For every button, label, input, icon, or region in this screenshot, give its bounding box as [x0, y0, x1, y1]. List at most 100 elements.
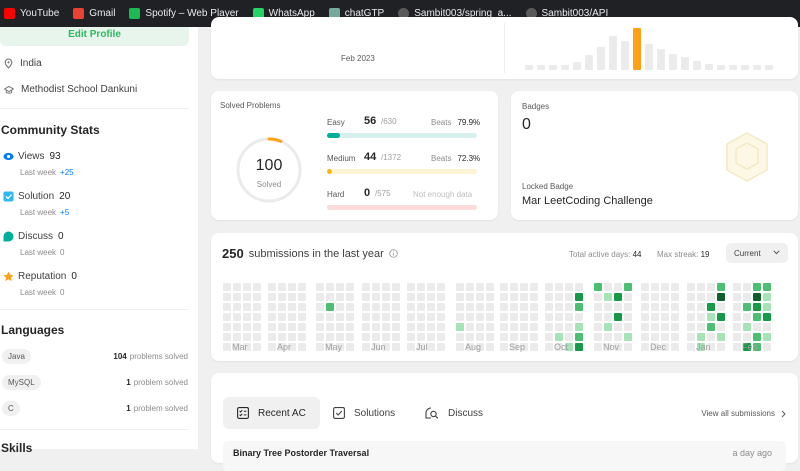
heatmap-cell[interactable] — [530, 293, 538, 301]
heatmap-cell[interactable] — [253, 283, 261, 291]
heatmap-cell[interactable] — [753, 313, 761, 321]
heatmap-cell[interactable] — [687, 343, 695, 351]
heatmap-cell[interactable] — [661, 333, 669, 341]
heatmap-cell[interactable] — [362, 343, 370, 351]
heatmap-cell[interactable] — [565, 333, 573, 341]
heatmap-cell[interactable] — [671, 313, 679, 321]
heatmap-cell[interactable] — [510, 333, 518, 341]
heatmap-cell[interactable] — [743, 313, 751, 321]
heatmap-cell[interactable] — [575, 293, 583, 301]
heatmap-cell[interactable] — [624, 333, 632, 341]
heatmap-cell[interactable] — [763, 283, 771, 291]
heatmap-cell[interactable] — [707, 313, 715, 321]
heatmap-cell[interactable] — [575, 333, 583, 341]
heatmap-cell[interactable] — [520, 303, 528, 311]
heatmap-cell[interactable] — [500, 283, 508, 291]
heatmap-cell[interactable] — [466, 303, 474, 311]
heatmap-cell[interactable] — [565, 323, 573, 331]
heatmap-cell[interactable] — [278, 313, 286, 321]
heatmap-cell[interactable] — [594, 313, 602, 321]
heatmap-cell[interactable] — [372, 293, 380, 301]
heatmap-cell[interactable] — [223, 333, 231, 341]
heatmap-cell[interactable] — [614, 313, 622, 321]
heatmap-cell[interactable] — [243, 293, 251, 301]
heatmap-cell[interactable] — [326, 313, 334, 321]
heatmap-cell[interactable] — [298, 313, 306, 321]
edit-profile-button[interactable]: Edit Profile — [0, 27, 189, 46]
heatmap-cell[interactable] — [456, 323, 464, 331]
heatmap-cell[interactable] — [326, 283, 334, 291]
heatmap-cell[interactable] — [288, 293, 296, 301]
heatmap-cell[interactable] — [565, 313, 573, 321]
heatmap-cell[interactable] — [268, 283, 276, 291]
heatmap-cell[interactable] — [641, 303, 649, 311]
heatmap-cell[interactable] — [407, 323, 415, 331]
view-all-submissions-link[interactable]: View all submissions — [701, 409, 786, 418]
language-tag[interactable]: C — [2, 401, 20, 416]
heatmap-cell[interactable] — [604, 293, 612, 301]
heatmap-cell[interactable] — [555, 323, 563, 331]
heatmap-cell[interactable] — [671, 333, 679, 341]
heatmap-cell[interactable] — [456, 313, 464, 321]
heatmap-cell[interactable] — [555, 283, 563, 291]
heatmap-cell[interactable] — [520, 323, 528, 331]
heatmap-cell[interactable] — [641, 313, 649, 321]
heatmap-cell[interactable] — [243, 333, 251, 341]
heatmap-cell[interactable] — [253, 303, 261, 311]
heatmap-cell[interactable] — [604, 333, 612, 341]
heatmap-cell[interactable] — [651, 313, 659, 321]
heatmap-cell[interactable] — [243, 283, 251, 291]
heatmap-cell[interactable] — [466, 293, 474, 301]
info-icon[interactable] — [389, 249, 398, 258]
heatmap-cell[interactable] — [520, 333, 528, 341]
heatmap-cell[interactable] — [336, 323, 344, 331]
heatmap-cell[interactable] — [717, 333, 725, 341]
heatmap-cell[interactable] — [545, 333, 553, 341]
heatmap-cell[interactable] — [545, 313, 553, 321]
heatmap-cell[interactable] — [641, 343, 649, 351]
heatmap-cell[interactable] — [223, 343, 231, 351]
heatmap-cell[interactable] — [520, 313, 528, 321]
heatmap-cell[interactable] — [268, 343, 276, 351]
heatmap-cell[interactable] — [288, 313, 296, 321]
heatmap-cell[interactable] — [697, 293, 705, 301]
heatmap-cell[interactable] — [223, 313, 231, 321]
heatmap-cell[interactable] — [651, 323, 659, 331]
heatmap-cell[interactable] — [298, 343, 306, 351]
heatmap-cell[interactable] — [362, 323, 370, 331]
bookmark-item[interactable]: Gmail — [73, 8, 115, 19]
heatmap-cell[interactable] — [437, 283, 445, 291]
heatmap-cell[interactable] — [500, 333, 508, 341]
heatmap-cell[interactable] — [733, 293, 741, 301]
heatmap-cell[interactable] — [392, 283, 400, 291]
heatmap-cell[interactable] — [697, 283, 705, 291]
heatmap-cell[interactable] — [565, 283, 573, 291]
heatmap-cell[interactable] — [253, 313, 261, 321]
heatmap-cell[interactable] — [326, 293, 334, 301]
heatmap-cell[interactable] — [687, 283, 695, 291]
heatmap-cell[interactable] — [510, 313, 518, 321]
heatmap-cell[interactable] — [733, 313, 741, 321]
heatmap-cell[interactable] — [456, 293, 464, 301]
language-tag[interactable]: Java — [2, 349, 31, 364]
locked-badge-icon[interactable] — [723, 131, 771, 183]
heatmap-cell[interactable] — [362, 313, 370, 321]
heatmap-cell[interactable] — [278, 283, 286, 291]
heatmap-cell[interactable] — [486, 293, 494, 301]
heatmap-cell[interactable] — [476, 313, 484, 321]
heatmap-cell[interactable] — [336, 303, 344, 311]
heatmap-cell[interactable] — [407, 293, 415, 301]
heatmap-cell[interactable] — [316, 343, 324, 351]
heatmap-cell[interactable] — [298, 323, 306, 331]
heatmap-cell[interactable] — [743, 283, 751, 291]
heatmap-cell[interactable] — [486, 283, 494, 291]
heatmap-cell[interactable] — [510, 283, 518, 291]
heatmap-cell[interactable] — [733, 343, 741, 351]
heatmap-cell[interactable] — [372, 313, 380, 321]
heatmap-cell[interactable] — [763, 313, 771, 321]
heatmap-cell[interactable] — [555, 313, 563, 321]
heatmap-cell[interactable] — [763, 323, 771, 331]
heatmap-cell[interactable] — [717, 303, 725, 311]
heatmap-cell[interactable] — [486, 343, 494, 351]
heatmap-cell[interactable] — [594, 283, 602, 291]
